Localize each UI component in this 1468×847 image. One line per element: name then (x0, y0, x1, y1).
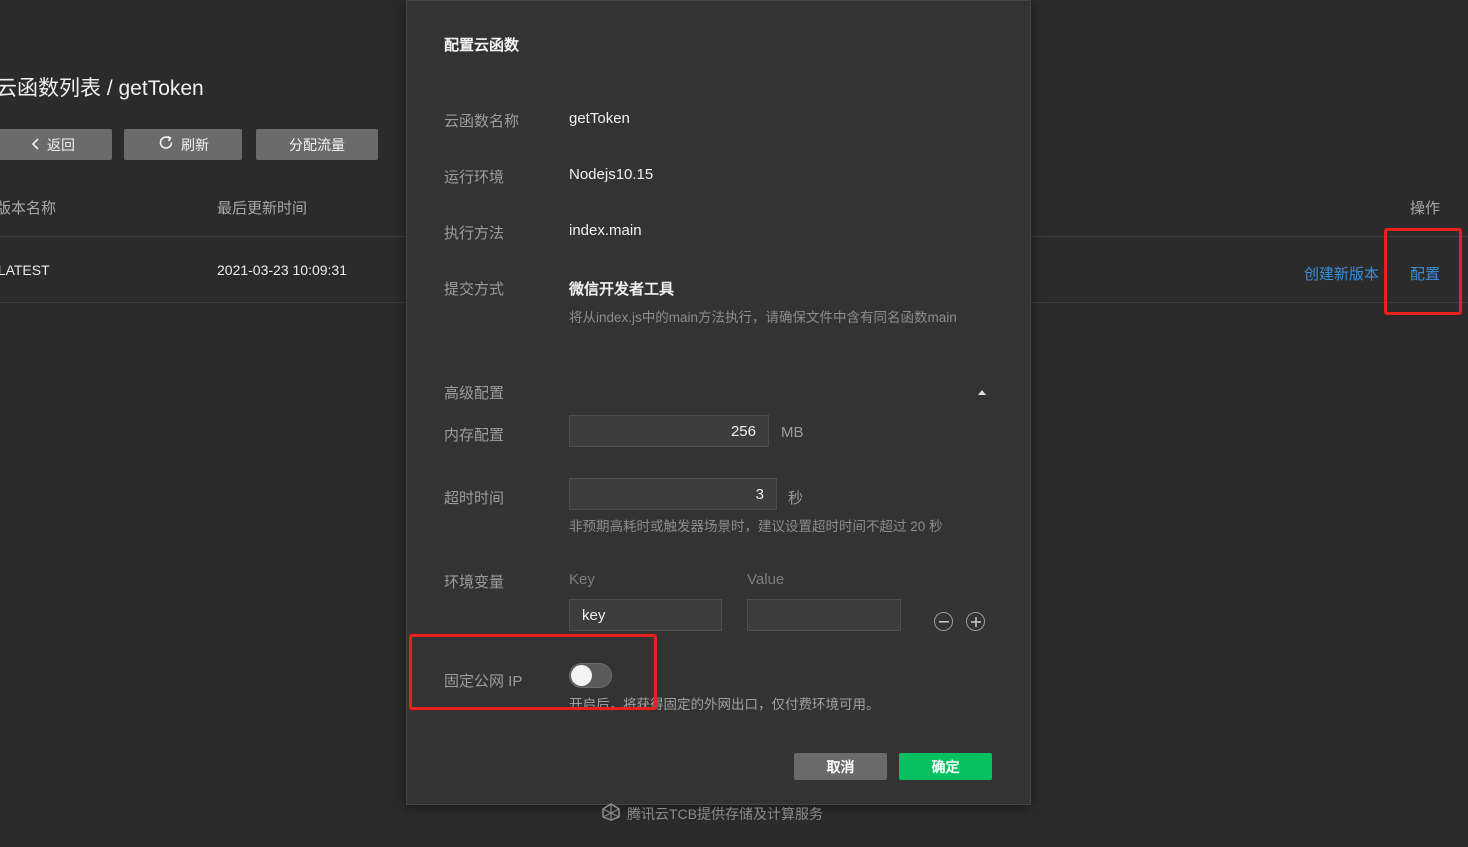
add-env-var-icon[interactable] (966, 612, 985, 631)
timeout-hint: 非预期高耗时或触发器场景时，建议设置超时时间不超过 20 秒 (569, 519, 943, 534)
confirm-button[interactable]: 确定 (899, 753, 992, 780)
footer: 腾讯云TCB提供存储及计算服务 (601, 803, 823, 824)
submit-method-hint: 将从index.js中的main方法执行，请确保文件中含有同名函数main (569, 310, 957, 325)
refresh-icon (157, 134, 175, 155)
timeout-label: 超时时间 (444, 490, 505, 507)
env-value-header: Value (747, 571, 785, 588)
footer-text: 腾讯云TCB提供存储及计算服务 (627, 805, 823, 822)
collapse-up-icon[interactable] (977, 383, 987, 401)
env-key-input[interactable]: key (569, 599, 722, 631)
memory-label: 内存配置 (444, 427, 505, 444)
chevron-left-icon (31, 137, 41, 153)
back-button-label: 返回 (47, 136, 75, 153)
create-version-link[interactable]: 创建新版本 (1304, 263, 1379, 284)
env-key-header: Key (569, 571, 595, 588)
advanced-config-label: 高级配置 (444, 385, 505, 402)
submit-method-value: 微信开发者工具 (569, 281, 675, 298)
column-header-version-name: 版本名称 (0, 200, 57, 217)
submit-method-label: 提交方式 (444, 281, 505, 298)
env-value-input[interactable] (747, 599, 901, 631)
column-header-actions: 操作 (1410, 200, 1441, 217)
tencent-cloud-logo-icon (601, 803, 621, 824)
column-header-updated-time: 最后更新时间 (217, 200, 308, 217)
runtime-value: Nodejs10.15 (569, 166, 654, 183)
version-cell: $LATEST (0, 262, 50, 278)
env-vars-label: 环境变量 (444, 574, 505, 591)
memory-unit: MB (781, 424, 804, 441)
cancel-button[interactable]: 取消 (794, 753, 887, 780)
function-name-label: 云函数名称 (444, 113, 520, 130)
remove-env-var-icon[interactable] (934, 612, 953, 631)
function-name-value: getToken (569, 110, 630, 127)
dialog-title: 配置云函数 (444, 37, 520, 54)
highlight-box-fixed-ip (409, 634, 657, 710)
timeout-unit: 秒 (788, 490, 804, 507)
runtime-label: 运行环境 (444, 169, 505, 186)
handler-label: 执行方法 (444, 225, 505, 242)
timeout-input[interactable]: 3 (569, 478, 777, 510)
allocate-traffic-label: 分配流量 (289, 136, 345, 153)
page-title: 云函数列表 / getToken (0, 77, 204, 100)
highlight-box-config (1384, 228, 1462, 315)
refresh-button[interactable]: 刷新 (124, 129, 242, 160)
handler-value: index.main (569, 222, 642, 239)
memory-input[interactable]: 256 (569, 415, 769, 447)
refresh-button-label: 刷新 (181, 136, 209, 153)
updated-time-cell: 2021-03-23 10:09:31 (217, 262, 347, 278)
back-button[interactable]: 返回 (0, 129, 112, 160)
allocate-traffic-button[interactable]: 分配流量 (256, 129, 378, 160)
